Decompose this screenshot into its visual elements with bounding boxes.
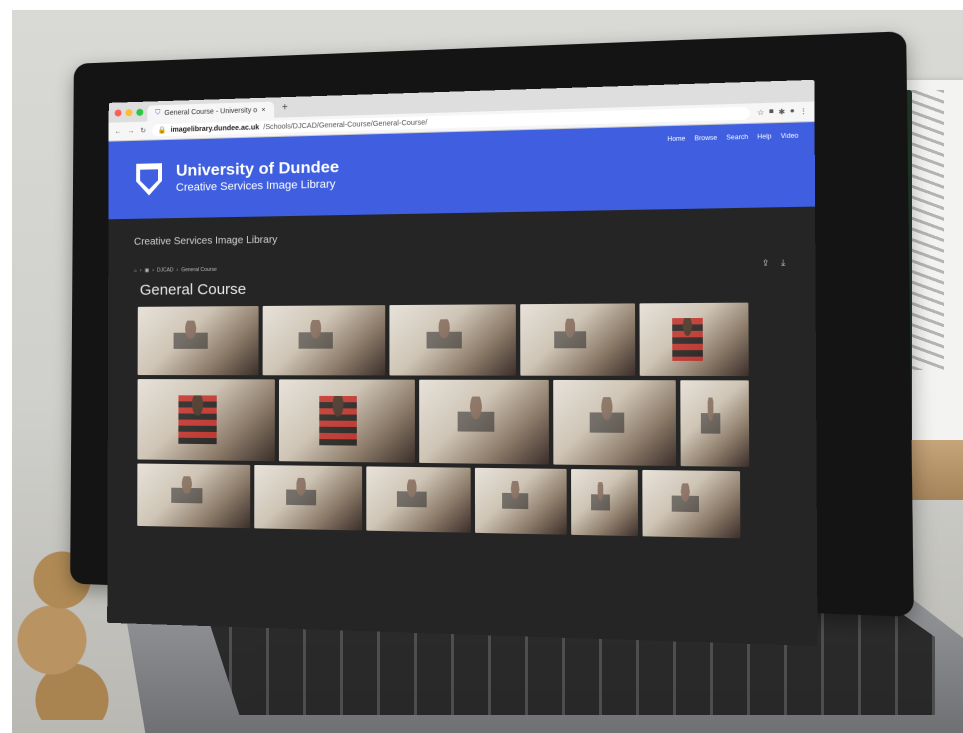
photo-students-standing[interactable] — [474, 467, 567, 535]
home-icon[interactable]: ⌂ — [134, 268, 137, 274]
photo-student-studio[interactable] — [642, 469, 741, 539]
tab-close-icon[interactable]: × — [261, 106, 265, 113]
favicon-shield-icon: ⛉ — [155, 109, 161, 117]
breadcrumb-djcad[interactable]: DJCAD — [157, 267, 174, 273]
photo-student-desk[interactable] — [419, 379, 549, 465]
image-row-3 — [137, 463, 786, 539]
lock-icon: 🔒 — [157, 127, 167, 135]
photo-student-small[interactable] — [680, 380, 750, 467]
new-tab-button[interactable]: + — [282, 102, 288, 113]
photo-group-painting[interactable] — [137, 463, 251, 529]
photo-student-board[interactable] — [553, 379, 677, 467]
breadcrumb-sep: › — [152, 267, 154, 274]
image-grid — [137, 302, 786, 539]
image-row-2 — [137, 379, 786, 467]
photo-studio-group[interactable] — [137, 306, 259, 376]
download-icon[interactable]: ⤓ — [781, 258, 785, 269]
photo-red-striped-side[interactable] — [278, 379, 415, 463]
breadcrumb: ⌂ › ▣ › DJCAD › General Course — [134, 267, 217, 274]
tab-title: General Course - University o — [164, 106, 258, 117]
close-window-icon[interactable] — [114, 108, 122, 117]
photo-student-table[interactable] — [389, 304, 516, 376]
menu-icon[interactable]: ⋮ — [799, 107, 807, 116]
photo-students-room[interactable] — [571, 469, 639, 537]
url-domain: imagelibrary.dundee.ac.uk — [170, 123, 260, 134]
laptop-screen: ⛉ General Course - University o × + ← → … — [107, 79, 818, 647]
profile-icon[interactable]: ● — [790, 107, 795, 116]
library-title: Creative Services Image Library — [133, 234, 278, 248]
nav-video[interactable]: Video — [781, 133, 799, 140]
nav-search[interactable]: Search — [726, 135, 748, 142]
breadcrumb-sep: › — [139, 267, 142, 274]
nav-home[interactable]: Home — [667, 136, 685, 143]
puzzle-icon[interactable]: ✱ — [778, 108, 785, 117]
maximize-window-icon[interactable] — [136, 108, 144, 116]
extension-icon[interactable]: ■ — [769, 108, 774, 117]
url-path: /Schools/DJCAD/General-Course/General-Co… — [263, 118, 428, 131]
forward-icon[interactable]: → — [127, 127, 134, 134]
image-row-1 — [137, 302, 786, 377]
page-title: General Course — [139, 280, 247, 299]
reload-icon[interactable]: ↻ — [140, 127, 146, 135]
photo-student-red-striped[interactable] — [639, 302, 749, 377]
breadcrumb-general-course[interactable]: General Course — [181, 267, 217, 273]
photo-student-painting-blue[interactable] — [520, 303, 636, 376]
breadcrumb-sep: › — [176, 267, 179, 274]
photo-red-striped-wall[interactable] — [137, 379, 275, 462]
brand-subtitle: Creative Services Image Library — [175, 178, 336, 194]
nav-help[interactable]: Help — [757, 134, 771, 141]
photo-two-students[interactable] — [254, 464, 363, 531]
minimize-window-icon[interactable] — [125, 108, 133, 116]
university-crest-icon — [136, 163, 162, 196]
star-icon[interactable]: ☆ — [757, 108, 764, 117]
main-content: Creative Services Image Library ⌂ › ▣ › … — [107, 207, 817, 560]
photo-student-drawing[interactable] — [262, 305, 386, 376]
nav-browse[interactable]: Browse — [694, 135, 717, 142]
folder-icon[interactable]: ▣ — [145, 268, 150, 274]
back-icon[interactable]: ← — [115, 128, 122, 135]
top-nav: Home Browse Search Help Video — [667, 133, 798, 143]
photo-student-paint[interactable] — [366, 466, 471, 533]
share-icon[interactable]: ⇪ — [762, 258, 770, 269]
